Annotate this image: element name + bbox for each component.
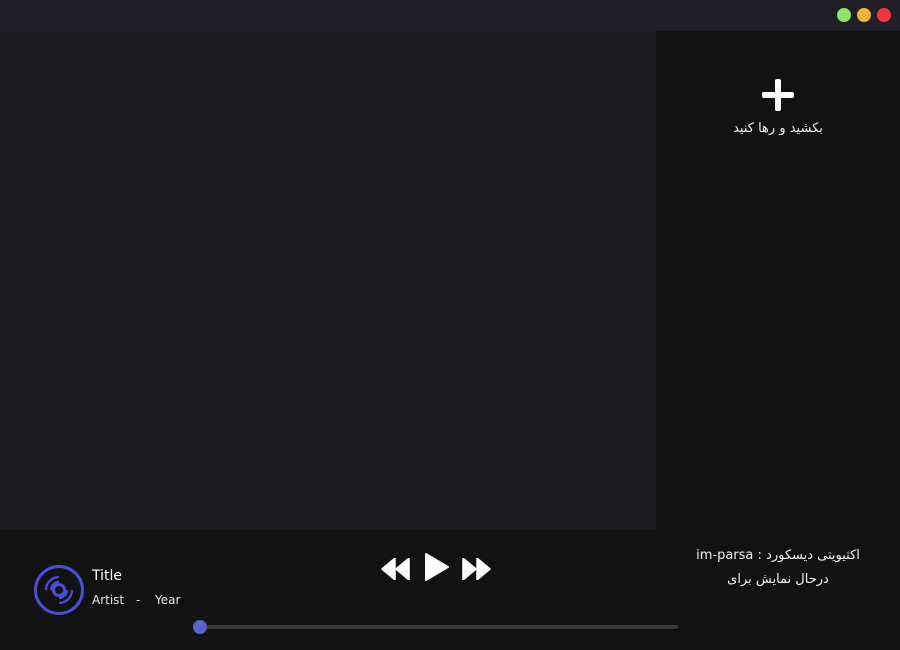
vinyl-disc-icon (34, 565, 84, 615)
minimize-button[interactable] (857, 8, 871, 22)
fast-forward-button[interactable] (461, 558, 491, 580)
maximize-button[interactable] (837, 8, 851, 22)
fast-forward-icon (462, 558, 491, 580)
content-area (0, 31, 656, 530)
progress-bar[interactable] (200, 625, 678, 629)
progress-knob[interactable] (193, 620, 207, 634)
plus-icon[interactable] (762, 79, 794, 111)
track-artist: Artist (92, 593, 125, 607)
play-icon (425, 553, 449, 581)
side-panel: بکشید و رها کنید (656, 31, 900, 530)
close-button[interactable] (877, 8, 891, 22)
title-bar (0, 0, 900, 31)
track-title: Title (92, 568, 123, 584)
player-bar: Title Artist - Year اکتیویتی دیسکورد : i… (0, 530, 900, 650)
drop-zone-label: بکشید و رها کنید (733, 121, 823, 136)
track-separator: - (136, 593, 141, 607)
play-button[interactable] (424, 552, 450, 582)
drop-zone[interactable]: بکشید و رها کنید (656, 79, 900, 149)
discord-showing-for-text: درحال نمایش برای (727, 572, 829, 587)
rewind-button[interactable] (381, 558, 411, 580)
rewind-icon (381, 558, 410, 580)
discord-activity-text: اکتیویتی دیسکورد : im-parsa (696, 548, 860, 563)
track-year: Year (155, 593, 181, 607)
